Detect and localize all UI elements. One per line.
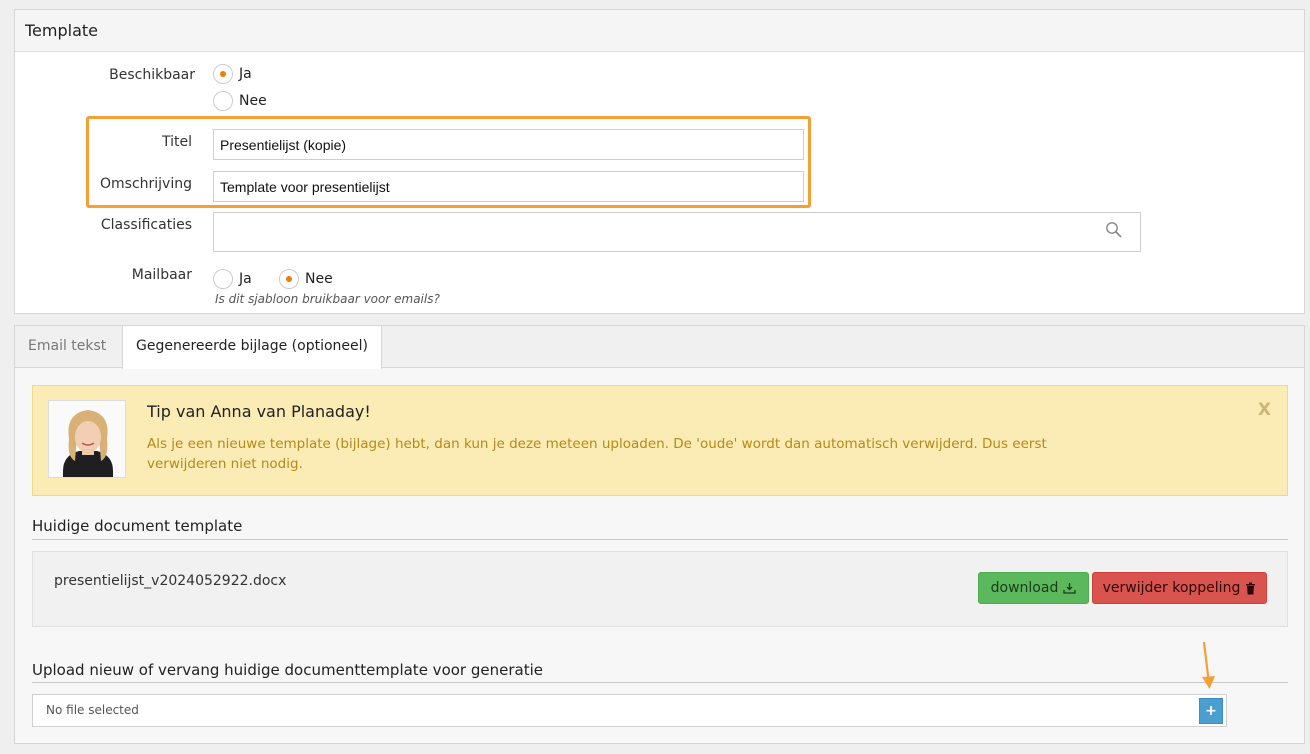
avatar bbox=[48, 400, 126, 478]
add-file-button[interactable]: + bbox=[1199, 698, 1223, 724]
file-upload-input[interactable]: No file selected + bbox=[32, 694, 1227, 727]
panel-title: Template bbox=[15, 10, 1304, 52]
tip-alert: Tip van Anna van Planaday! Als je een ni… bbox=[32, 385, 1288, 496]
mailbaar-ja-radio[interactable] bbox=[213, 269, 233, 289]
mailbaar-ja-label: Ja bbox=[239, 271, 252, 287]
current-doc-heading: Huidige document template bbox=[32, 517, 243, 535]
download-icon bbox=[1063, 583, 1076, 594]
doc-filename: presentielijst_v2024052922.docx bbox=[54, 573, 287, 589]
highlight-box bbox=[86, 116, 811, 208]
tab-bar: Email tekst Gegenereerde bijlage (option… bbox=[15, 326, 1304, 369]
arrow-indicator-icon bbox=[1202, 641, 1215, 689]
upload-heading: Upload nieuw of vervang huidige document… bbox=[32, 661, 543, 679]
trash-icon bbox=[1246, 582, 1256, 594]
divider bbox=[32, 682, 1288, 683]
classificaties-label: Classificaties bbox=[100, 217, 192, 233]
tab-gegenereerde-bijlage[interactable]: Gegenereerde bijlage (optioneel) bbox=[122, 326, 382, 369]
divider bbox=[32, 539, 1288, 540]
current-doc-box: presentielijst_v2024052922.docx download… bbox=[32, 551, 1288, 627]
beschikbaar-nee-radio[interactable] bbox=[213, 91, 233, 111]
search-icon[interactable] bbox=[1105, 221, 1123, 239]
mailbaar-nee-radio[interactable] bbox=[279, 269, 299, 289]
mailbaar-nee-label: Nee bbox=[305, 271, 333, 287]
download-button[interactable]: download bbox=[978, 572, 1089, 604]
tip-title: Tip van Anna van Planaday! bbox=[147, 402, 371, 421]
classificaties-input[interactable] bbox=[213, 212, 1141, 252]
beschikbaar-ja-label: Ja bbox=[239, 66, 252, 82]
remove-link-button[interactable]: verwijder koppeling bbox=[1092, 572, 1267, 604]
remove-label: verwijder koppeling bbox=[1102, 580, 1241, 596]
attachment-panel: Email tekst Gegenereerde bijlage (option… bbox=[14, 325, 1305, 744]
beschikbaar-ja-radio[interactable] bbox=[213, 64, 233, 84]
beschikbaar-nee-label: Nee bbox=[239, 93, 267, 109]
close-icon[interactable]: X bbox=[1258, 400, 1271, 420]
mailbaar-hint: Is dit sjabloon bruikbaar voor emails? bbox=[215, 292, 440, 306]
file-status: No file selected bbox=[46, 703, 139, 717]
tab-email-tekst[interactable]: Email tekst bbox=[15, 326, 119, 368]
mailbaar-label: Mailbaar bbox=[131, 267, 192, 283]
tip-text: Als je een nieuwe template (bijlage) heb… bbox=[147, 436, 1047, 472]
download-label: download bbox=[990, 580, 1059, 596]
beschikbaar-label: Beschikbaar bbox=[109, 67, 195, 83]
